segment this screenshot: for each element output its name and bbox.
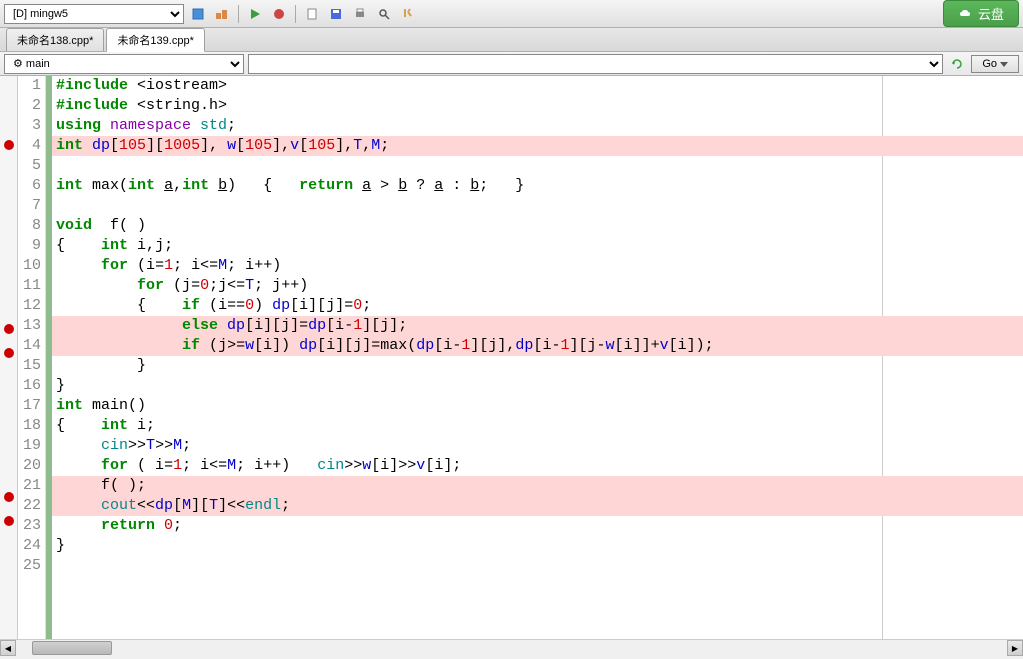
build-icon[interactable] bbox=[212, 4, 232, 24]
code-line[interactable]: using namespace std; bbox=[52, 116, 1023, 136]
compiler-select[interactable]: [D] mingw5 bbox=[4, 4, 184, 24]
breakpoint-icon[interactable] bbox=[4, 492, 14, 502]
stop-icon[interactable] bbox=[398, 4, 418, 24]
code-content[interactable]: #include <iostream>#include <string.h>us… bbox=[52, 76, 1023, 639]
refresh-icon[interactable] bbox=[947, 54, 967, 74]
code-line[interactable]: { int i; bbox=[52, 416, 1023, 436]
main-toolbar: [D] mingw5 云盘 bbox=[0, 0, 1023, 28]
tabs-bar: 未命名138.cpp* 未命名139.cpp* bbox=[0, 28, 1023, 52]
code-line[interactable]: } bbox=[52, 536, 1023, 556]
code-line[interactable]: for (i=1; i<=M; i++) bbox=[52, 256, 1023, 276]
cloud-label: 云盘 bbox=[978, 4, 1004, 23]
breakpoint-margin[interactable] bbox=[0, 76, 18, 639]
function-bar: ⚙ main Go bbox=[0, 52, 1023, 76]
find-icon[interactable] bbox=[374, 4, 394, 24]
code-line[interactable]: int main() bbox=[52, 396, 1023, 416]
code-line[interactable]: } bbox=[52, 376, 1023, 396]
code-line[interactable]: #include <string.h> bbox=[52, 96, 1023, 116]
breakpoint-icon[interactable] bbox=[4, 516, 14, 526]
run-icon[interactable] bbox=[245, 4, 265, 24]
code-line[interactable]: for ( i=1; i<=M; i++) cin>>w[i]>>v[i]; bbox=[52, 456, 1023, 476]
breakpoint-icon[interactable] bbox=[4, 348, 14, 358]
line-numbers: 1234567891011121314151617181920212223242… bbox=[18, 76, 46, 639]
code-line[interactable]: } bbox=[52, 356, 1023, 376]
scroll-thumb[interactable] bbox=[32, 641, 112, 655]
breakpoint-icon[interactable] bbox=[4, 324, 14, 334]
code-editor[interactable]: 1234567891011121314151617181920212223242… bbox=[0, 76, 1023, 639]
tab-file-0[interactable]: 未命名138.cpp* bbox=[6, 28, 104, 51]
code-line[interactable]: { int i,j; bbox=[52, 236, 1023, 256]
code-line[interactable] bbox=[52, 556, 1023, 576]
function-select[interactable]: ⚙ main bbox=[4, 54, 244, 74]
code-line[interactable]: f( ); bbox=[52, 476, 1023, 496]
code-line[interactable] bbox=[52, 156, 1023, 176]
code-line[interactable]: return 0; bbox=[52, 516, 1023, 536]
code-line[interactable]: for (j=0;j<=T; j++) bbox=[52, 276, 1023, 296]
debug-icon[interactable] bbox=[269, 4, 289, 24]
location-select[interactable] bbox=[248, 54, 943, 74]
code-line[interactable]: int dp[105][1005], w[105],v[105],T,M; bbox=[52, 136, 1023, 156]
code-line[interactable]: cout<<dp[M][T]<<endl; bbox=[52, 496, 1023, 516]
code-line[interactable] bbox=[52, 196, 1023, 216]
horizontal-scrollbar[interactable]: ◀ ▶ bbox=[0, 639, 1023, 655]
code-line[interactable]: int max(int a,int b) { return a > b ? a … bbox=[52, 176, 1023, 196]
separator bbox=[295, 5, 296, 23]
code-line[interactable]: void f( ) bbox=[52, 216, 1023, 236]
scroll-track[interactable] bbox=[16, 640, 1007, 655]
new-icon[interactable] bbox=[302, 4, 322, 24]
compile-icon[interactable] bbox=[188, 4, 208, 24]
print-icon[interactable] bbox=[350, 4, 370, 24]
code-line[interactable]: #include <iostream> bbox=[52, 76, 1023, 96]
code-line[interactable]: { if (i==0) dp[i][j]=0; bbox=[52, 296, 1023, 316]
code-line[interactable]: if (j>=w[i]) dp[i][j]=max(dp[i-1][j],dp[… bbox=[52, 336, 1023, 356]
scroll-left-button[interactable]: ◀ bbox=[0, 640, 16, 656]
cloud-button[interactable]: 云盘 bbox=[943, 0, 1019, 27]
tab-file-1[interactable]: 未命名139.cpp* bbox=[106, 28, 204, 52]
code-line[interactable]: cin>>T>>M; bbox=[52, 436, 1023, 456]
save-icon[interactable] bbox=[326, 4, 346, 24]
go-button[interactable]: Go bbox=[971, 55, 1019, 73]
separator bbox=[238, 5, 239, 23]
breakpoint-icon[interactable] bbox=[4, 140, 14, 150]
code-line[interactable]: else dp[i][j]=dp[i-1][j]; bbox=[52, 316, 1023, 336]
scroll-right-button[interactable]: ▶ bbox=[1007, 640, 1023, 656]
